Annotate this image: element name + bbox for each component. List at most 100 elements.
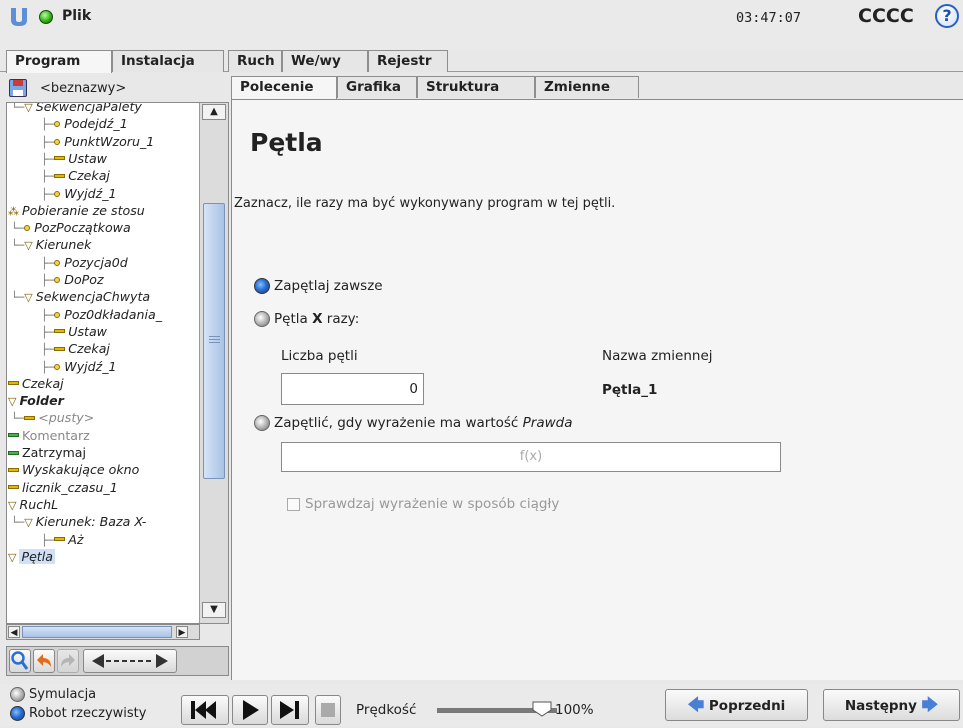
tree-vertical-scrollbar[interactable]: ▲ ▼ [199, 103, 228, 623]
folder-triangle-icon: ▽ [24, 102, 33, 114]
expression-input[interactable]: f(x) [281, 442, 781, 472]
sub-tabs: Polecenie Grafika Struktura Zmienne [231, 76, 963, 100]
tab-graphics[interactable]: Grafika [337, 76, 417, 98]
tab-move[interactable]: Ruch [228, 50, 282, 72]
tree-node[interactable]: ├─ Ustaw [7, 150, 107, 167]
tree-node[interactable]: ├─ Czekaj [7, 167, 110, 184]
stop-button[interactable] [315, 695, 341, 725]
tree-node[interactable]: └─ PozPoczątkowa [7, 219, 131, 236]
tree-node[interactable]: ├─ DoPoz [7, 271, 104, 288]
radio-unselected-icon[interactable] [254, 311, 270, 327]
step-button[interactable] [271, 695, 309, 725]
scroll-right-icon[interactable]: ▶ [176, 626, 188, 638]
tree-node[interactable]: └─▽ SekwencjaChwyta [7, 288, 150, 305]
tab-log[interactable]: Rejestr [368, 50, 448, 72]
tree-node[interactable]: ⁂ Pobieranie ze stosu [7, 202, 145, 219]
tree-node[interactable]: ├─ Poz0dkładania_ [7, 306, 162, 323]
option-loop-while-expression[interactable]: Zapętlić, gdy wyrażenie ma wartość Prawd… [254, 415, 573, 431]
tree-node[interactable]: ├─ Czekaj [7, 340, 110, 357]
tree-node[interactable]: ├─ PunktWzoru_1 [7, 133, 154, 150]
option-loop-always[interactable]: Zapętlaj zawsze [254, 278, 383, 294]
tree-node[interactable]: ├─ Podejdź_1 [7, 115, 128, 132]
radio-unselected-icon[interactable] [10, 687, 25, 702]
search-icon [11, 651, 29, 670]
tab-io[interactable]: We/wy [282, 50, 368, 72]
option-expr-italic: Prawda [522, 415, 573, 431]
tree-node[interactable]: ▽ Pętla [7, 548, 55, 565]
radio-selected-icon[interactable] [254, 278, 270, 294]
robot-name: CCCC [858, 5, 914, 27]
stop-node-icon [8, 450, 19, 455]
previous-button[interactable]: 🡄 Poprzedni [665, 689, 808, 721]
tree-node[interactable]: Komentarz [7, 427, 90, 444]
tree-node-label: Podejdź_1 [64, 116, 128, 132]
real-robot-option[interactable]: Robot rzeczywisty [10, 706, 146, 724]
tree-node[interactable]: ├─ Pozycja0d [7, 254, 128, 271]
loop-count-input[interactable]: 0 [281, 373, 424, 405]
folder-triangle-icon: ▽ [24, 291, 33, 305]
file-menu[interactable]: Plik [62, 8, 91, 24]
tree-node-label: Komentarz [22, 427, 90, 443]
action-icon [54, 329, 66, 334]
redo-button[interactable] [57, 649, 79, 673]
program-tree[interactable]: └─▽ SekwencjaPalety ├─ Podejdź_1 ├─ PunktWzor… [6, 102, 229, 624]
next-button[interactable]: Następny 🡆 [823, 689, 960, 721]
scroll-left-icon[interactable]: ◀ [8, 626, 20, 638]
tree-node[interactable]: Zatrzymaj [7, 444, 86, 461]
action-icon [8, 467, 19, 472]
horizontal-scroll-thumb[interactable] [22, 626, 172, 638]
tree-node-label: SekwencjaChwyta [35, 289, 151, 305]
tree-node[interactable]: └─▽ Kierunek: Baza X- [7, 513, 146, 530]
tree-node-label: PunktWzoru_1 [64, 133, 155, 149]
scroll-up-icon[interactable]: ▲ [202, 104, 226, 120]
description: Zaznacz, ile razy ma być wykonywany prog… [234, 196, 616, 211]
move-node-button[interactable] [83, 649, 177, 673]
search-button[interactable] [9, 649, 31, 673]
tree-node-label: Pozycja0d [64, 254, 128, 270]
radio-selected-icon[interactable] [10, 706, 25, 721]
tree-node[interactable]: Wyskakujące okno [7, 461, 139, 478]
waypoint-icon [54, 121, 61, 128]
scroll-thumb[interactable] [203, 203, 225, 479]
tree-node[interactable]: Czekaj [7, 375, 64, 392]
play-button[interactable] [232, 695, 268, 725]
tree-node[interactable]: ▽ RuchL [7, 496, 58, 513]
tree-node-label: Wyjdź_1 [64, 185, 117, 201]
tree-node-label: Kierunek [35, 237, 92, 253]
waypoint-icon [54, 190, 61, 197]
continuous-check-option[interactable]: Sprawdzaj wyrażenie w sposób ciągły [287, 496, 559, 512]
option-loop-x-times[interactable]: Pętla X razy: [254, 311, 359, 327]
save-icon[interactable] [9, 79, 27, 97]
skip-back-button[interactable] [181, 695, 229, 725]
tree-node[interactable]: └─▽ Kierunek [7, 236, 91, 253]
tree-node[interactable]: ├─ Ustaw [7, 323, 107, 340]
option-x-prefix: Pętla [274, 311, 313, 327]
scroll-down-icon[interactable]: ▼ [202, 602, 226, 618]
tab-command[interactable]: Polecenie [231, 76, 337, 99]
tree-node[interactable]: licznik_czasu_1 [7, 479, 118, 496]
checkbox-icon[interactable] [287, 497, 300, 511]
tree-node[interactable]: ├─ Wyjdź_1 [7, 358, 117, 375]
tab-structure[interactable]: Struktura [417, 76, 535, 98]
tree-node[interactable]: ├─ Aż [7, 531, 83, 548]
speed-value: 100% [555, 702, 594, 718]
ur-logo-icon [8, 6, 30, 28]
tree-node-label: Aż [68, 531, 84, 547]
tree-node[interactable]: └─ <pusty> [7, 409, 94, 426]
simulation-option[interactable]: Symulacja [10, 687, 96, 702]
tree-node-label: Kierunek: Baza X- [35, 514, 147, 530]
waypoint-icon [54, 311, 61, 318]
bottom-bar: Symulacja Robot rzeczywisty Prędkość 100… [0, 684, 963, 726]
speed-slider-handle[interactable] [532, 701, 552, 717]
tab-variables[interactable]: Zmienne [535, 76, 639, 98]
help-button[interactable]: ? [935, 4, 959, 28]
folder-triangle-icon: ▽ [8, 395, 17, 409]
tab-program[interactable]: Program [6, 50, 112, 73]
tree-node[interactable]: ├─ Wyjdź_1 [7, 185, 117, 202]
radio-unselected-icon[interactable] [254, 415, 270, 431]
tree-node[interactable]: ▽ Folder [7, 392, 64, 409]
undo-button[interactable] [33, 649, 55, 673]
tree-node[interactable]: └─▽ SekwencjaPalety [7, 102, 142, 115]
tree-horizontal-scrollbar[interactable]: ◀ ▶ [6, 624, 200, 640]
tab-installation[interactable]: Instalacja [112, 50, 224, 72]
